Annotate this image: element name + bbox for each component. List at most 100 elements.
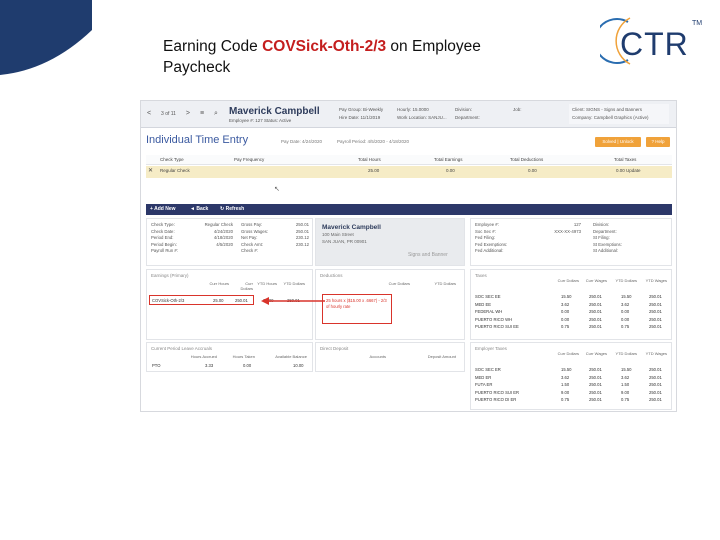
tax-value: 0.00 — [621, 316, 630, 322]
ctr-logo: CTR TM — [593, 12, 710, 68]
app-screenshot: < 3 of 11 > ≡ ⌕ Maverick Campbell Employ… — [140, 100, 677, 412]
logo-tm: TM — [692, 20, 703, 27]
company-banner: Signs and Banner — [408, 252, 448, 258]
info-col-4: Job: — [513, 107, 522, 112]
pay-labels: Gross Pay: Gross Wages: Net Pay: Check Amt:… — [241, 222, 269, 254]
tax-value: 250.01 — [649, 294, 662, 299]
tax-name: MED ER — [475, 374, 492, 380]
info-col-3: Division: Department: — [455, 107, 480, 120]
employee-name: Maverick Campbell — [229, 106, 320, 117]
tax-value: 250.01 — [589, 294, 602, 299]
tax-value: 0.75 — [621, 324, 630, 329]
tax-value: 250.01 — [649, 367, 662, 372]
info-col-1: Pay Group: Bi-Weekly Hire Date: 11/1/2019 — [339, 107, 384, 120]
checks-grid-header: Check Type Pay Frequency Total Hours Tot… — [146, 155, 672, 165]
tax-name: FUTA ER — [475, 382, 493, 387]
tax-value: 0.75 — [561, 324, 570, 329]
callout-arrow-icon — [261, 297, 325, 305]
tax-value: 3.62 — [621, 374, 630, 380]
title-line2: Paycheck — [163, 59, 231, 76]
address-lines: 100 Main Street SAN JUAN, PR 00901 — [322, 232, 367, 244]
delete-row-icon[interactable]: ✕ — [148, 167, 153, 174]
page-heading: Individual Time Entry — [146, 134, 249, 146]
tax-value: 250.01 — [649, 397, 662, 402]
next-record-button[interactable]: > — [186, 110, 190, 117]
tax-value: 250.01 — [649, 316, 662, 322]
tax-value: 250.01 — [589, 389, 602, 395]
tax-value: 15.50 — [621, 367, 632, 372]
help-button[interactable]: ? Help — [646, 137, 670, 147]
tax-value: 250.01 — [589, 382, 602, 387]
checks-grid-row[interactable]: ✕ Regular Check 25.00 0.00 0.00 0.00 Upd… — [146, 166, 672, 178]
employee-header: < 3 of 11 > ≡ ⌕ Maverick Campbell Employ… — [141, 101, 676, 128]
check-labels: Check Type: Check Date: Period End: Period … — [151, 222, 178, 254]
calculation-callout: 25 hours x ($15.00 x .6667) - 2/3 of hou… — [322, 294, 392, 324]
title-suffix: on Employee — [386, 38, 481, 55]
tax-name: SOC SEC EE — [475, 294, 501, 299]
tax-value: 250.01 — [649, 309, 662, 314]
tax-value: 9.00 — [621, 389, 630, 395]
add-new-button[interactable]: + Add New — [150, 206, 176, 212]
info-col-2: Hourly: 15.0000 Work Location: SANJU... — [397, 107, 447, 120]
check-values: Regular Check 4/24/2020 4/18/2020 4/5/2020 — [204, 222, 233, 247]
tax-value: 0.00 — [561, 316, 570, 322]
address-name: Maverick Campbell — [322, 224, 381, 231]
employee-address-panel: Maverick Campbell 100 Main Street SAN JUA… — [315, 218, 465, 266]
tax-value: 250.01 — [649, 382, 662, 387]
tax-value: 3.62 — [561, 301, 570, 307]
slide-title: Earning Code COVSick-Oth-2/3 on Employee… — [163, 36, 583, 78]
employer-taxes-panel: Employer Taxes Curr Dollars Curr Wages Y… — [470, 342, 672, 410]
record-count: 3 of 11 — [161, 111, 176, 117]
refresh-button[interactable]: ↻ Refresh — [220, 206, 244, 212]
tax-value: 0.00 — [621, 309, 630, 314]
action-toolbar: + Add New ◄ Back ↻ Refresh — [146, 204, 672, 215]
search-icon[interactable]: ⌕ — [214, 110, 218, 117]
title-earning-code: COVSick-Oth-2/3 — [262, 38, 387, 55]
tax-value: 9.00 — [561, 389, 570, 395]
tax-value: 1.50 — [621, 382, 630, 387]
tax-value: 3.62 — [561, 374, 570, 380]
tax-value: 0.75 — [621, 397, 630, 402]
tax-name: MED EE — [475, 301, 492, 307]
tax-value: 15.50 — [561, 367, 572, 372]
check-info-panel: Check Type: Check Date: Period End: Period … — [146, 218, 313, 266]
earnings-title: Earnings (Primary) — [151, 273, 189, 278]
tax-value: 1.50 — [561, 382, 570, 387]
pay-values: 250.01 250.01 230.12 230.12 — [295, 222, 309, 247]
earning-code: COVSick-Oth-2/3 — [152, 298, 185, 303]
list-icon[interactable]: ≡ — [200, 110, 204, 117]
back-button[interactable]: ◄ Back — [190, 206, 208, 212]
mouse-cursor-icon: ↖ — [274, 186, 280, 193]
logo-text: CTR — [620, 26, 689, 62]
tax-value: 250.01 — [589, 301, 602, 307]
tax-value: 250.01 — [649, 374, 662, 380]
record-nav: < 3 of 11 > ≡ ⌕ — [147, 110, 226, 118]
tax-value: 250.01 — [589, 374, 602, 380]
tax-value: 15.50 — [561, 294, 572, 299]
direct-deposit-panel: Direct Deposit Accounts Deposit Amount — [315, 342, 465, 372]
tax-value: 250.01 — [589, 367, 602, 372]
tax-value: 3.62 — [621, 301, 630, 307]
title-prefix: Earning Code — [163, 38, 263, 55]
tax-value: 0.75 — [561, 397, 570, 402]
client-info: Client: SIGNS - Signs and Banners Company… — [569, 104, 669, 124]
prev-record-button[interactable]: < — [147, 110, 151, 117]
tax-value: 250.01 — [589, 397, 602, 402]
leave-accruals-panel: Current Period Leave Accruals Hours Accr… — [146, 342, 313, 372]
employee-tax-setup-panel: Employee #: Soc Sec #: Fed Filing: Fed Exem… — [470, 218, 672, 266]
solved-unlock-button[interactable]: Solved | Unlock — [595, 137, 641, 147]
tax-value: 15.50 — [621, 294, 632, 299]
tax-name: PUERTO RICO WH — [475, 316, 513, 322]
tax-value: 250.01 — [589, 324, 602, 329]
employee-status: Employee #: 127 Status: Active — [229, 118, 292, 123]
tax-value: 250.01 — [649, 324, 662, 329]
tax-name: PUERTO RICO SUI EE — [475, 324, 519, 329]
tax-name: FEDERAL WH — [475, 309, 503, 314]
tax-name: PUERTO RICO DI ER — [475, 397, 517, 402]
tax-value: 250.01 — [649, 301, 662, 307]
pay-period: Payroll Period: 4/5/2020 - 4/18/2020 — [337, 139, 410, 144]
tax-name: SOC SEC ER — [475, 367, 501, 372]
tax-value: 250.01 — [589, 309, 602, 314]
slide: Earning Code COVSick-Oth-2/3 on Employee… — [0, 0, 720, 540]
tax-value: 0.00 — [561, 309, 570, 314]
